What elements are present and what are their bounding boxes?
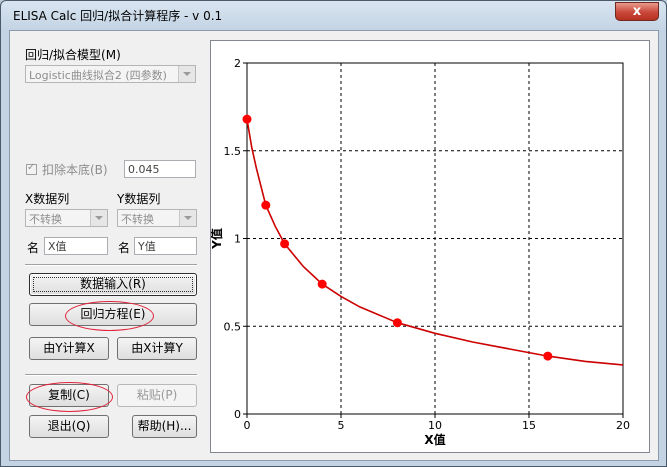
background-label: 扣除本底(B) (42, 163, 108, 177)
y-tick-label: 1.5 (224, 145, 242, 158)
y-name-input[interactable] (134, 237, 197, 255)
chevron-down-icon[interactable] (179, 210, 196, 226)
calc-x-from-y-button[interactable]: 由Y计算X (29, 337, 109, 360)
data-input-button-label: 数据输入(R) (80, 277, 146, 291)
calc-y-from-x-button[interactable]: 由X计算Y (117, 337, 197, 360)
regression-chart: 0 5 10 15 20 0 0.5 1 1.5 2 X值 Y值 (209, 57, 630, 447)
chevron-down-icon[interactable] (178, 66, 195, 82)
annotation-circle (26, 382, 113, 412)
x-tick-label: 0 (244, 419, 251, 432)
y-tick-label: 2 (234, 57, 241, 70)
y-column-label: Y数据列 (117, 192, 161, 206)
data-point (280, 239, 290, 249)
help-button[interactable]: 帮助(H)... (132, 415, 197, 438)
exit-button-label: 退出(Q) (47, 419, 91, 433)
y-tick-label: 0 (234, 408, 241, 421)
data-point (261, 200, 271, 210)
title-bar[interactable]: ELISA Calc 回归/拟合计算程序 - v 0.1 x (1, 1, 666, 29)
plot-panel: 0 5 10 15 20 0 0.5 1 1.5 2 X值 Y值 (209, 40, 650, 453)
data-point (392, 318, 402, 328)
annotation-circle (65, 301, 154, 331)
model-label: 回归/拟合模型(M) (25, 48, 121, 62)
calc-x-button-label: 由Y计算X (43, 341, 95, 355)
model-select[interactable]: Logistic曲线拟合2 (四参数) (25, 65, 196, 83)
data-input-button[interactable]: 数据输入(R) (29, 273, 197, 296)
x-axis-label: X值 (424, 432, 445, 447)
calc-y-button-label: 由X计算Y (131, 341, 183, 355)
x-tick-label: 5 (338, 419, 345, 432)
x-transform-value: 不转换 (29, 213, 62, 226)
y-axis-label: Y值 (211, 228, 224, 250)
client-area: 回归/拟合模型(M) Logistic曲线拟合2 (四参数) 扣除本底(B) X… (9, 30, 659, 461)
model-select-value: Logistic曲线拟合2 (四参数) (29, 69, 167, 82)
x-name-label: 名 (27, 241, 40, 255)
y-name-label: 名 (118, 241, 131, 255)
separator (25, 374, 197, 376)
chevron-down-icon[interactable] (90, 210, 107, 226)
window-title: ELISA Calc 回归/拟合计算程序 - v 0.1 (13, 9, 223, 23)
data-point (242, 114, 252, 124)
x-tick-label: 10 (428, 419, 442, 432)
x-tick-label: 20 (616, 419, 630, 432)
y-transform-select[interactable]: 不转换 (117, 209, 197, 227)
x-tick-label: 15 (522, 419, 536, 432)
background-checkbox[interactable] (26, 162, 37, 175)
y-tick-label: 1 (234, 233, 241, 246)
x-name-input[interactable] (44, 237, 108, 255)
close-icon: x (632, 4, 642, 19)
x-column-label: X数据列 (25, 192, 70, 206)
separator (25, 264, 197, 266)
exit-button[interactable]: 退出(Q) (29, 415, 109, 438)
data-point (317, 279, 327, 289)
x-transform-select[interactable]: 不转换 (25, 209, 108, 227)
y-tick-label: 0.5 (224, 320, 242, 333)
data-point (543, 351, 553, 361)
y-transform-value: 不转换 (121, 213, 154, 226)
close-button[interactable]: x (615, 2, 659, 21)
app-window: ELISA Calc 回归/拟合计算程序 - v 0.1 x 回归/拟合模型(M… (0, 0, 667, 467)
background-value-input[interactable] (124, 160, 196, 178)
help-button-label: 帮助(H)... (137, 419, 192, 433)
paste-button-label: 粘贴(P) (136, 388, 178, 402)
paste-button[interactable]: 粘贴(P) (117, 384, 197, 407)
